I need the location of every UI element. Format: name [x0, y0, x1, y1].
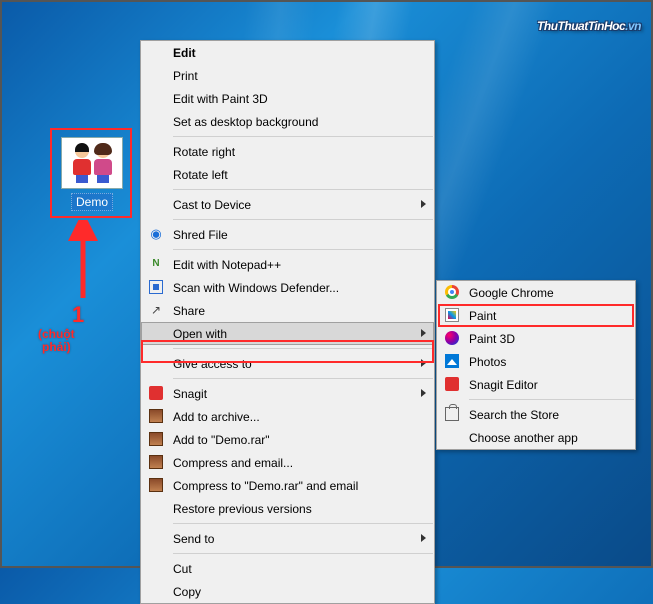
separator	[173, 553, 433, 554]
separator	[469, 399, 634, 400]
submenu-arrow-icon	[421, 534, 426, 542]
separator	[173, 219, 433, 220]
menu-print[interactable]: Print	[141, 64, 434, 87]
submenu-arrow-icon	[421, 359, 426, 367]
menu-set-background[interactable]: Set as desktop background	[141, 110, 434, 133]
paint3d-icon	[444, 330, 460, 346]
desktop-file-icon[interactable]: Demo	[54, 135, 130, 213]
separator	[173, 249, 433, 250]
menu-open-with[interactable]: Open with	[141, 322, 434, 345]
file-thumbnail	[61, 137, 123, 189]
openwith-chrome[interactable]: Google Chrome	[437, 281, 635, 304]
menu-add-demo-rar[interactable]: Add to "Demo.rar"	[141, 428, 434, 451]
annotation-1: 1	[72, 302, 84, 328]
watermark-text: ThuThuatTinHoc.vn	[537, 6, 641, 37]
context-menu: Edit Print Edit with Paint 3D Set as des…	[140, 40, 435, 604]
separator	[173, 378, 433, 379]
menu-give-access[interactable]: Give access to	[141, 352, 434, 375]
snagit-icon	[444, 376, 460, 392]
winrar-icon	[148, 454, 164, 470]
open-with-submenu: Google Chrome Paint Paint 3D Photos Snag…	[436, 280, 636, 450]
openwith-search-store[interactable]: Search the Store	[437, 403, 635, 426]
openwith-photos[interactable]: Photos	[437, 350, 635, 373]
notepadpp-icon: N	[148, 256, 164, 272]
photos-icon	[444, 353, 460, 369]
menu-cut[interactable]: Cut	[141, 557, 434, 580]
paint-icon	[444, 307, 460, 323]
menu-compress-demo-email[interactable]: Compress to "Demo.rar" and email	[141, 474, 434, 497]
share-icon: ↗	[148, 302, 164, 318]
menu-compress-email[interactable]: Compress and email...	[141, 451, 434, 474]
winrar-icon	[148, 408, 164, 424]
file-label: Demo	[71, 193, 113, 211]
menu-notepadpp[interactable]: NEdit with Notepad++	[141, 253, 434, 276]
menu-copy[interactable]: Copy	[141, 580, 434, 603]
winrar-icon	[148, 477, 164, 493]
menu-send-to[interactable]: Send to	[141, 527, 434, 550]
winrar-icon	[148, 431, 164, 447]
menu-shred-file[interactable]: ◉Shred File	[141, 223, 434, 246]
submenu-arrow-icon	[421, 389, 426, 397]
separator	[173, 136, 433, 137]
separator	[173, 189, 433, 190]
menu-add-archive[interactable]: Add to archive...	[141, 405, 434, 428]
menu-restore-versions[interactable]: Restore previous versions	[141, 497, 434, 520]
separator	[173, 523, 433, 524]
menu-rotate-right[interactable]: Rotate right	[141, 140, 434, 163]
openwith-paint3d[interactable]: Paint 3D	[437, 327, 635, 350]
menu-edit[interactable]: Edit	[141, 41, 434, 64]
menu-cast-to-device[interactable]: Cast to Device	[141, 193, 434, 216]
submenu-arrow-icon	[421, 329, 426, 337]
menu-defender[interactable]: Scan with Windows Defender...	[141, 276, 434, 299]
store-icon	[444, 406, 460, 422]
menu-rotate-left[interactable]: Rotate left	[141, 163, 434, 186]
menu-edit-paint3d[interactable]: Edit with Paint 3D	[141, 87, 434, 110]
openwith-paint[interactable]: Paint	[437, 304, 635, 327]
chrome-icon	[444, 284, 460, 300]
arrow-1	[68, 220, 98, 300]
shred-icon: ◉	[148, 226, 164, 242]
menu-snagit[interactable]: Snagit	[141, 382, 434, 405]
submenu-arrow-icon	[421, 200, 426, 208]
annotation-hint-1: (chuột phải)	[38, 328, 75, 354]
defender-icon	[148, 279, 164, 295]
separator	[173, 348, 433, 349]
openwith-snagit-editor[interactable]: Snagit Editor	[437, 373, 635, 396]
menu-share[interactable]: ↗Share	[141, 299, 434, 322]
snagit-icon	[148, 385, 164, 401]
openwith-choose-another[interactable]: Choose another app	[437, 426, 635, 449]
